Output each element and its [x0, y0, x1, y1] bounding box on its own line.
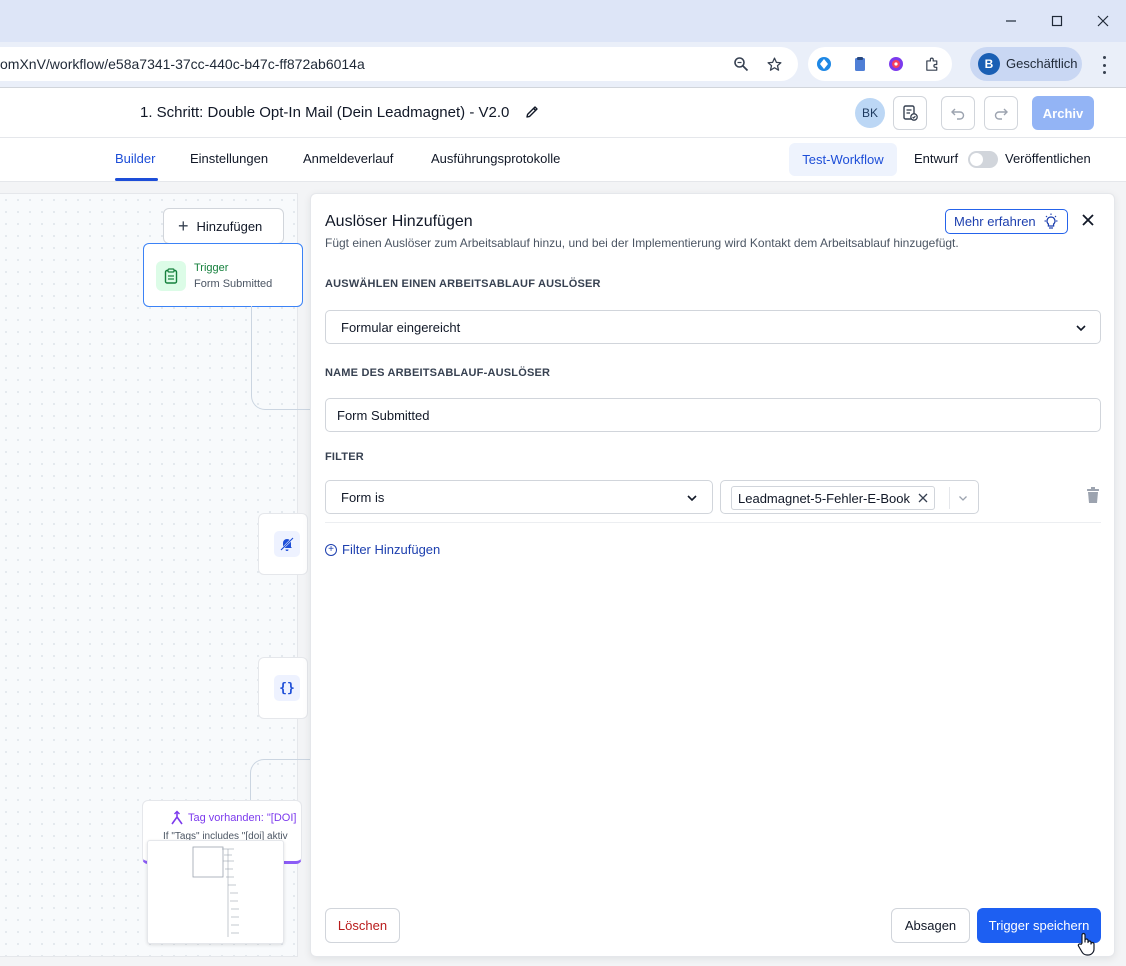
bookmark-star-icon[interactable] — [764, 54, 784, 74]
zoom-icon[interactable] — [731, 54, 751, 74]
minimap-preview — [192, 846, 239, 937]
browser-addressbar: omXnV/workflow/e58a7341-37cc-440c-b47c-f… — [0, 42, 1126, 88]
redo-button[interactable] — [984, 96, 1018, 130]
clipboard-icon — [156, 261, 186, 291]
delete-filter-icon[interactable] — [1085, 486, 1101, 504]
canvas-minimap[interactable] — [147, 840, 284, 944]
learn-more-label: Mehr erfahren — [954, 214, 1036, 229]
profile-button[interactable]: B Geschäftlich — [970, 47, 1082, 81]
chevron-down-icon — [1076, 325, 1086, 332]
url-field[interactable]: omXnV/workflow/e58a7341-37cc-440c-b47c-f… — [0, 47, 798, 81]
add-filter-label: Filter Hinzufügen — [342, 542, 441, 557]
browser-titlebar — [0, 0, 1126, 42]
condition-node-title: Tag vorhanden: "[DOI] — [188, 812, 297, 824]
workflow-tabs: Builder Einstellungen Anmeldeverlauf Aus… — [0, 138, 1126, 182]
add-trigger-label: Hinzufügen — [196, 218, 263, 234]
cancel-button[interactable]: Absagen — [891, 908, 970, 943]
tab-execution-logs[interactable]: Ausführungsprotokolle — [431, 151, 560, 166]
filter-section-label: FILTER — [325, 451, 364, 463]
profile-avatar: B — [978, 53, 1000, 75]
checklist-button[interactable] — [893, 96, 927, 130]
filter-field-select[interactable]: Form is — [325, 480, 713, 514]
workflow-node-stub[interactable]: {} — [258, 657, 308, 719]
extensions-bar — [808, 47, 952, 81]
add-trigger-button[interactable]: + Hinzufügen — [163, 208, 284, 244]
url-text: omXnV/workflow/e58a7341-37cc-440c-b47c-f… — [0, 56, 365, 72]
extension-colorful-icon[interactable] — [887, 55, 905, 73]
undo-button[interactable] — [941, 96, 975, 130]
name-section-label: NAME DES ARBEITSABLAUF-AUSLÖSER — [325, 367, 551, 379]
code-braces-icon: {} — [274, 675, 300, 701]
filter-value-chip: Leadmagnet-5-Fehler-E-Book — [731, 486, 935, 510]
publish-toggle[interactable] — [968, 151, 998, 168]
filter-value-chip-label: Leadmagnet-5-Fehler-E-Book — [738, 490, 910, 506]
trigger-node-subtitle: Form Submitted — [194, 278, 273, 290]
chevron-down-icon — [959, 496, 967, 501]
extension-clipboard-icon[interactable] — [851, 55, 869, 73]
remove-chip-icon[interactable] — [918, 493, 928, 503]
workflow-node-stub[interactable] — [258, 513, 308, 575]
close-panel-icon[interactable] — [1079, 211, 1097, 229]
archive-button[interactable]: Archiv — [1032, 96, 1094, 130]
browser-menu-icon[interactable] — [1094, 54, 1114, 76]
test-workflow-button[interactable]: Test-Workflow — [789, 143, 897, 176]
panel-title: Auslöser Hinzufügen — [325, 213, 473, 230]
trigger-type-select[interactable]: Formular eingereicht — [325, 310, 1101, 344]
undo-icon — [951, 108, 965, 120]
tab-enrollment-history[interactable]: Anmeldeverlauf — [303, 151, 393, 166]
workflow-title: 1. Schritt: Double Opt-In Mail (Dein Lea… — [140, 104, 510, 121]
delete-button[interactable]: Löschen — [325, 908, 400, 943]
checklist-icon — [903, 105, 918, 121]
add-trigger-panel: Auslöser Hinzufügen Fügt einen Auslöser … — [310, 193, 1115, 957]
toggle-knob — [970, 153, 983, 166]
bell-off-icon — [274, 531, 300, 557]
add-filter-link[interactable]: + Filter Hinzufügen — [325, 542, 440, 557]
plus-icon: + — [178, 216, 189, 236]
workflow-canvas[interactable]: + Hinzufügen Trigger Form Submitted {} T… — [0, 193, 311, 957]
plus-circle-icon: + — [325, 543, 337, 556]
lightbulb-icon — [1044, 213, 1058, 229]
publish-label: Veröffentlichen — [1005, 151, 1091, 166]
filter-value-multiselect[interactable]: Leadmagnet-5-Fehler-E-Book — [720, 480, 979, 514]
close-window-icon[interactable] — [1090, 8, 1116, 34]
profile-label: Geschäftlich — [1006, 56, 1078, 71]
draft-label: Entwurf — [914, 151, 959, 166]
panel-description: Fügt einen Auslöser zum Arbeitsablauf hi… — [325, 236, 959, 250]
active-tab-indicator — [115, 178, 158, 181]
app-header: 1. Schritt: Double Opt-In Mail (Dein Lea… — [0, 88, 1126, 138]
connector-line — [251, 306, 311, 410]
minimize-icon[interactable] — [998, 8, 1024, 34]
hand-cursor-icon — [1077, 932, 1095, 956]
extensions-puzzle-icon[interactable] — [923, 55, 941, 73]
chevron-down-icon — [687, 495, 697, 502]
learn-more-button[interactable]: Mehr erfahren — [945, 209, 1068, 234]
branch-icon — [169, 810, 185, 829]
trigger-section-label: AUSWÄHLEN EINEN ARBEITSABLAUF AUSLÖSER — [325, 278, 601, 290]
user-avatar[interactable]: BK — [855, 98, 885, 128]
tab-settings[interactable]: Einstellungen — [190, 151, 268, 166]
tab-builder[interactable]: Builder — [115, 151, 155, 166]
edit-pencil-icon[interactable] — [524, 104, 540, 120]
trigger-node[interactable]: Trigger Form Submitted — [143, 243, 303, 307]
trigger-name-input[interactable] — [325, 398, 1101, 432]
multiselect-divider — [949, 487, 950, 509]
filter-divider — [325, 522, 1101, 523]
filter-field-value: Form is — [341, 490, 385, 505]
redo-icon — [994, 108, 1008, 120]
trigger-type-value: Formular eingereicht — [341, 320, 461, 335]
trigger-node-title: Trigger — [194, 262, 229, 274]
maximize-icon[interactable] — [1044, 8, 1070, 34]
extension-blue-diamond-icon[interactable] — [815, 55, 833, 73]
